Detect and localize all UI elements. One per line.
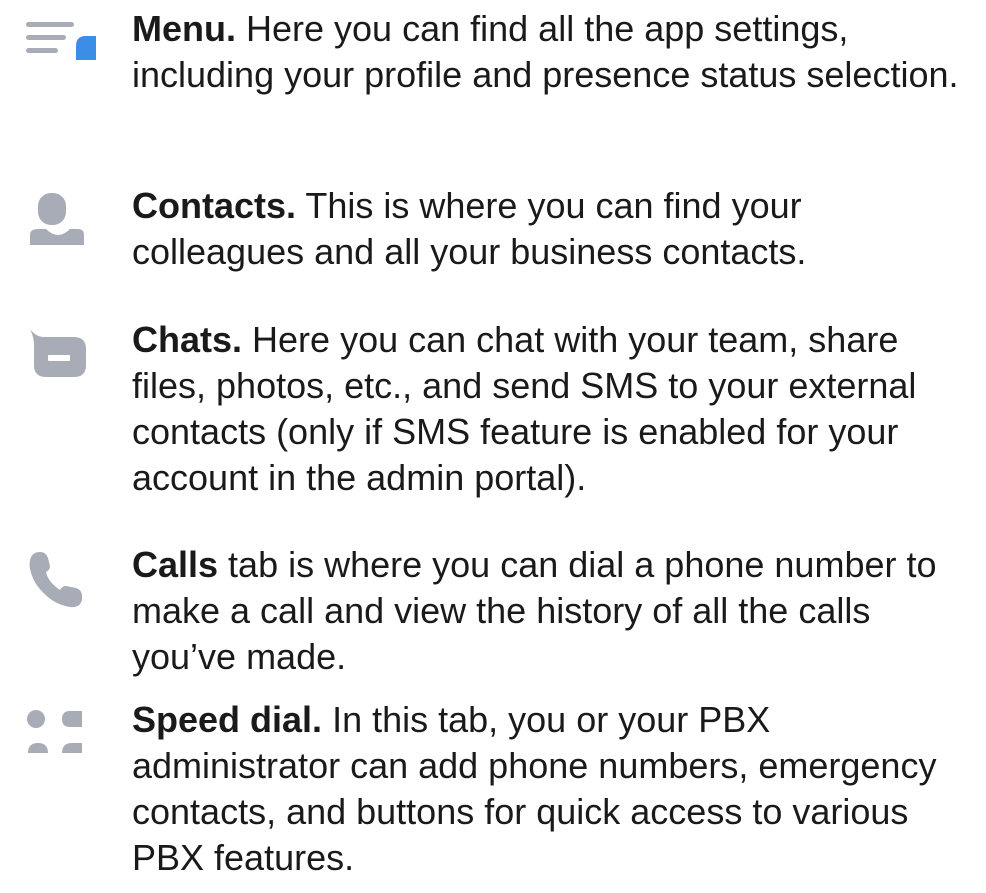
feature-description: Chats. Here you can chat with your team,…: [132, 317, 982, 501]
phone-icon: [26, 552, 102, 608]
feature-title: Contacts.: [132, 185, 297, 226]
contact-icon: [26, 193, 102, 249]
feature-description: Contacts. This is where you can find you…: [132, 183, 982, 275]
speed-dial-icon: [26, 709, 102, 765]
feature-body: Here you can find all the app settings, …: [132, 8, 959, 95]
feature-body: tab is where you can dial a phone number…: [132, 544, 937, 677]
feature-title: Speed dial.: [132, 699, 323, 740]
feature-description: Calls tab is where you can dial a phone …: [132, 542, 982, 680]
feature-title: Menu.: [132, 8, 236, 49]
feature-title: Chats.: [132, 319, 243, 360]
menu-icon: [26, 16, 102, 72]
feature-body: Here you can chat with your team, share …: [132, 319, 917, 498]
feature-description: Speed dial. In this tab, you or your PBX…: [132, 697, 982, 881]
chat-icon: [26, 329, 102, 385]
feature-title: Calls: [132, 544, 219, 585]
feature-description: Menu. Here you can find all the app sett…: [132, 6, 982, 98]
